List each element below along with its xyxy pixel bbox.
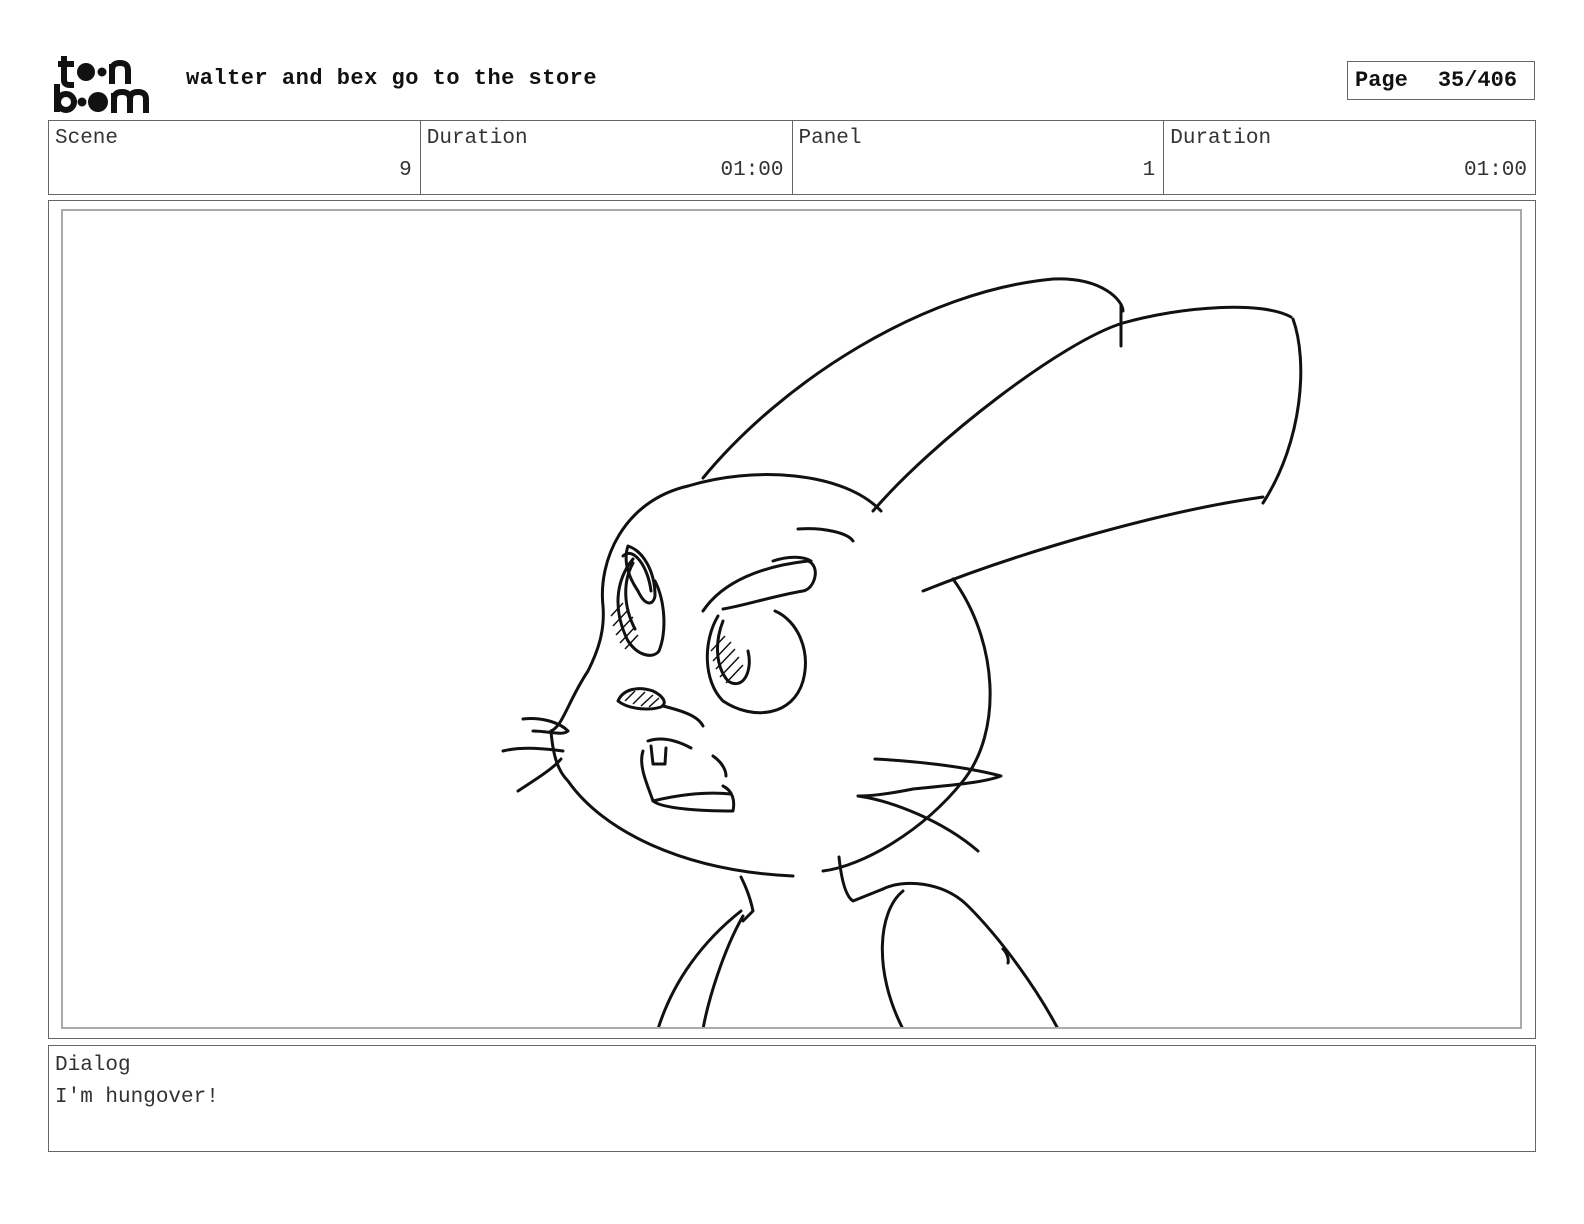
panel-duration-label: Duration <box>1170 127 1272 150</box>
scene-duration-value: 01:00 <box>720 159 784 182</box>
scene-label: Scene <box>55 127 119 150</box>
page-indicator: Page 35/406 <box>1347 61 1535 100</box>
rabbit-sketch-icon <box>501 277 1303 1027</box>
panel-image-area <box>61 209 1522 1029</box>
project-title: walter and bex go to the store <box>186 66 598 91</box>
scene-cell: Scene 9 <box>49 121 421 194</box>
scene-duration-cell: Duration 01:00 <box>421 121 793 194</box>
page-label: Page <box>1355 68 1408 93</box>
dialog-text: I'm hungover! <box>55 1086 219 1109</box>
panel-cell: Panel 1 <box>793 121 1165 194</box>
dialog-label: Dialog <box>55 1054 131 1077</box>
scene-value: 9 <box>399 159 412 182</box>
panel-value: 1 <box>1142 159 1156 182</box>
panel-duration-cell: Duration 01:00 <box>1164 121 1535 194</box>
panel-label: Panel <box>798 127 862 150</box>
storyboard-panel <box>48 200 1536 1039</box>
toon-boom-logo <box>54 56 149 113</box>
page-number: 35/406 <box>1437 68 1518 93</box>
scene-info-row: Scene 9 Duration 01:00 Panel 1 Duration … <box>48 120 1536 195</box>
dialog-box: Dialog I'm hungover! <box>48 1045 1536 1152</box>
scene-duration-label: Duration <box>426 127 528 150</box>
panel-duration-value: 01:00 <box>1463 159 1527 182</box>
